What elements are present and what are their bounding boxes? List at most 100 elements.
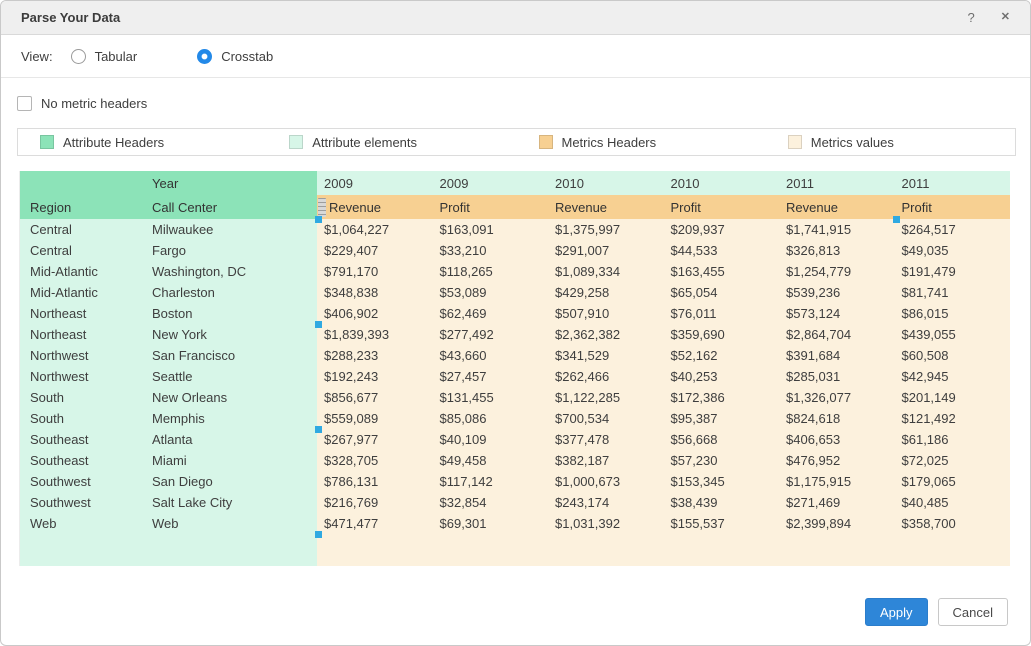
value-cell: $1,839,393 — [317, 324, 433, 345]
metric-header-label: Profit — [440, 200, 470, 215]
value-cell: $476,952 — [779, 450, 895, 471]
value-cell: $76,011 — [664, 303, 780, 324]
metric-header-label: Profit — [902, 200, 932, 215]
crosstab-preview: Year200920092010201020112011RegionCall C… — [19, 171, 1009, 566]
value-cell: $326,813 — [779, 240, 895, 261]
year-header-cell[interactable]: 2009 — [433, 171, 549, 195]
call-center-cell: Atlanta — [142, 429, 317, 450]
value-cell: $191,479 — [895, 261, 1011, 282]
region-cell: Mid-Atlantic — [20, 261, 142, 282]
value-cell: $155,537 — [664, 513, 780, 534]
call-center-cell: Seattle — [142, 366, 317, 387]
year-header-cell[interactable]: 2011 — [779, 171, 895, 195]
value-cell: $262,466 — [548, 366, 664, 387]
value-cell: $1,375,997 — [548, 219, 664, 240]
crosstab-radio[interactable] — [197, 49, 212, 64]
value-cell: $824,618 — [779, 408, 895, 429]
cancel-button[interactable]: Cancel — [938, 598, 1008, 626]
metric-header-label: Revenue — [786, 200, 838, 215]
value-cell: $38,439 — [664, 492, 780, 513]
call-center-cell: Miami — [142, 450, 317, 471]
radio-option-tabular[interactable]: Tabular — [71, 49, 138, 64]
view-section: View: Tabular Crosstab — [1, 35, 1030, 78]
value-cell: $1,064,227 — [317, 219, 433, 240]
help-icon[interactable]: ? — [968, 11, 975, 24]
value-cell: $277,492 — [433, 324, 549, 345]
value-cell: $791,170 — [317, 261, 433, 282]
radio-option-crosstab[interactable]: Crosstab — [197, 49, 273, 64]
value-cell: $72,025 — [895, 450, 1011, 471]
close-icon[interactable]: ✕ — [1001, 12, 1010, 23]
apply-button[interactable]: Apply — [865, 598, 928, 626]
region-cell: Southeast — [20, 450, 142, 471]
value-cell: $2,399,894 — [779, 513, 895, 534]
value-cell: $1,089,334 — [548, 261, 664, 282]
value-cell: $86,015 — [895, 303, 1011, 324]
value-cell: $700,534 — [548, 408, 664, 429]
value-cell: $1,741,915 — [779, 219, 895, 240]
value-cell: $406,653 — [779, 429, 895, 450]
value-cell: $1,122,285 — [548, 387, 664, 408]
region-header-cell[interactable]: Region — [20, 195, 142, 219]
metric-header-cell[interactable]: Revenue — [548, 195, 664, 219]
dialog-titlebar: Parse Your Data ? ✕ — [1, 1, 1030, 35]
view-label: View: — [21, 49, 53, 64]
tabular-radio[interactable] — [71, 49, 86, 64]
metric-header-cell[interactable]: Profit — [895, 195, 1011, 219]
region-cell: South — [20, 408, 142, 429]
value-cell: $95,387 — [664, 408, 780, 429]
value-cell: $43,660 — [433, 345, 549, 366]
call-center-cell: San Francisco — [142, 345, 317, 366]
call-center-cell: New Orleans — [142, 387, 317, 408]
call-center-cell: Salt Lake City — [142, 492, 317, 513]
year-header-cell[interactable]: 2011 — [895, 171, 1011, 195]
value-cell: $42,945 — [895, 366, 1011, 387]
value-cell: $49,035 — [895, 240, 1011, 261]
value-cell: $348,838 — [317, 282, 433, 303]
year-header-cell[interactable]: 2010 — [548, 171, 664, 195]
value-cell: $69,301 — [433, 513, 549, 534]
call-center-cell: New York — [142, 324, 317, 345]
no-metric-headers-checkbox[interactable] — [17, 96, 32, 111]
value-cell: $131,455 — [433, 387, 549, 408]
value-cell: $62,469 — [433, 303, 549, 324]
value-cell: $1,326,077 — [779, 387, 895, 408]
region-cell: Northeast — [20, 324, 142, 345]
year-header-cell[interactable]: 2009 — [317, 171, 433, 195]
year-label-cell[interactable]: Year — [142, 171, 317, 195]
call-center-header-cell[interactable]: Call Center — [142, 195, 317, 219]
filler-cell — [895, 534, 1011, 566]
value-cell: $358,700 — [895, 513, 1011, 534]
value-cell: $44,533 — [664, 240, 780, 261]
crosstab-grid: Year200920092010201020112011RegionCall C… — [20, 171, 1010, 566]
metric-header-cell[interactable]: Revenue — [779, 195, 895, 219]
metric-header-cell[interactable]: Profit — [664, 195, 780, 219]
value-cell: $285,031 — [779, 366, 895, 387]
filler-cell — [142, 534, 317, 566]
value-cell: $192,243 — [317, 366, 433, 387]
value-cell: $243,174 — [548, 492, 664, 513]
metric-header-cell[interactable]: Profit — [433, 195, 549, 219]
metric-header-cell[interactable]: Revenue — [317, 195, 433, 219]
region-cell: Web — [20, 513, 142, 534]
filler-cell — [20, 534, 142, 566]
value-cell: $377,478 — [548, 429, 664, 450]
filler-cell — [664, 534, 780, 566]
corner-blank-cell[interactable] — [20, 171, 142, 195]
color-legend: Attribute Headers Attribute elements Met… — [17, 128, 1016, 156]
value-cell: $201,149 — [895, 387, 1011, 408]
value-cell: $33,210 — [433, 240, 549, 261]
filler-cell — [317, 534, 433, 566]
metric-header-label: Revenue — [329, 200, 381, 215]
drag-grip-icon[interactable] — [318, 198, 326, 217]
value-cell: $391,684 — [779, 345, 895, 366]
value-cell: $40,485 — [895, 492, 1011, 513]
region-cell: Central — [20, 240, 142, 261]
call-center-cell: Fargo — [142, 240, 317, 261]
year-header-cell[interactable]: 2010 — [664, 171, 780, 195]
value-cell: $60,508 — [895, 345, 1011, 366]
value-cell: $429,258 — [548, 282, 664, 303]
attribute-elements-swatch — [289, 135, 303, 149]
no-metric-headers-option[interactable]: No metric headers — [17, 93, 147, 113]
titlebar-icons: ? ✕ — [968, 11, 1010, 24]
